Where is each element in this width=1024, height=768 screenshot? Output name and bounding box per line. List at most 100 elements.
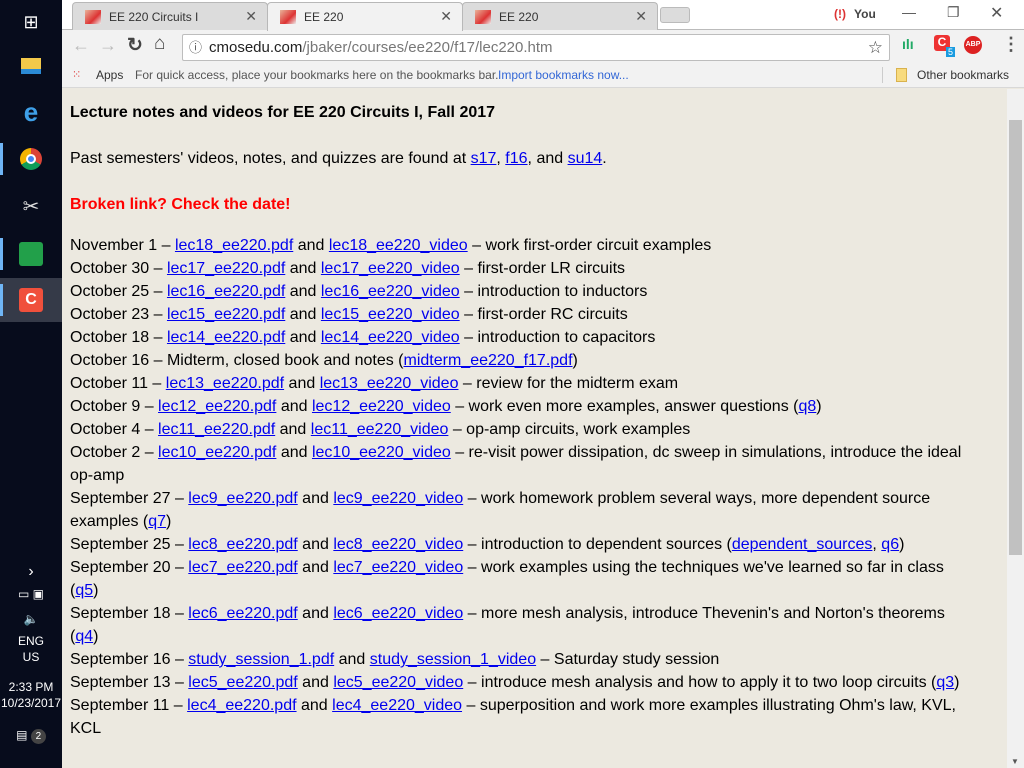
document-link[interactable]: lec12_ee220_video	[312, 398, 451, 415]
other-bookmarks[interactable]: Other bookmarks	[917, 62, 1009, 88]
show-hidden-icons-chevron[interactable]: ›	[0, 563, 62, 581]
document-link[interactable]: lec13_ee220.pdf	[166, 375, 284, 392]
chrome-menu-button[interactable]: ⋮	[1002, 34, 1020, 55]
forward-button[interactable]: →	[99, 35, 117, 56]
clock[interactable]: 2:33 PM 10/23/2017	[0, 679, 62, 711]
document-link[interactable]: dependent_sources	[732, 536, 873, 553]
windows-taskbar: ⊞ e ✂ C › ▭ ▣ 🔈 ENG US 2:33 PM 10/23/2017 …	[0, 0, 62, 768]
tab-ee220-circuits[interactable]: EE 220 Circuits I ✕	[72, 2, 268, 30]
document-link[interactable]: lec11_ee220.pdf	[158, 421, 275, 438]
document-link[interactable]: lec16_ee220_video	[321, 283, 460, 300]
app-button[interactable]	[0, 232, 62, 276]
minimize-button[interactable]: —	[902, 4, 916, 20]
entry-text: October 23 –	[70, 306, 167, 323]
document-link[interactable]: lec17_ee220_video	[321, 260, 460, 277]
entry-text: and	[297, 536, 334, 553]
document-link[interactable]: lec6_ee220_video	[333, 605, 463, 622]
restore-button[interactable]: ❐	[947, 4, 960, 21]
document-link[interactable]: lec4_ee220.pdf	[187, 697, 296, 714]
document-link[interactable]: q4	[75, 628, 93, 645]
document-link[interactable]: q3	[936, 674, 954, 691]
chrome-button[interactable]	[0, 137, 62, 181]
document-link[interactable]: lec18_ee220.pdf	[175, 237, 293, 254]
power-network-icons[interactable]: ▭ ▣	[0, 587, 62, 601]
lecture-entry: September 27 – lec9_ee220.pdf and lec9_e…	[70, 487, 970, 533]
document-link[interactable]: lec4_ee220_video	[332, 697, 462, 714]
document-link[interactable]: lec11_ee220_video	[311, 421, 449, 438]
tab-ee220-active[interactable]: EE 220 ✕	[267, 2, 463, 31]
document-link[interactable]: lec16_ee220.pdf	[167, 283, 285, 300]
internet-explorer-button[interactable]: e	[0, 90, 62, 134]
document-link[interactable]: lec5_ee220_video	[333, 674, 463, 691]
document-link[interactable]: lec18_ee220_video	[329, 237, 468, 254]
file-explorer-button[interactable]	[0, 44, 62, 88]
document-link[interactable]: lec15_ee220.pdf	[167, 306, 285, 323]
snipping-tool-button[interactable]: ✂	[0, 184, 62, 228]
entry-text: October 2 –	[70, 444, 159, 461]
document-link[interactable]: study_session_1.pdf	[188, 651, 334, 668]
back-button[interactable]: ←	[72, 35, 90, 56]
document-link[interactable]: lec5_ee220.pdf	[188, 674, 297, 691]
tab-title: EE 220 Circuits I	[109, 9, 199, 24]
address-bar[interactable]: ⓘ cmosedu.com/jbaker/courses/ee220/f17/le…	[182, 34, 890, 61]
home-button[interactable]: ⌂	[154, 33, 165, 55]
favicon	[280, 10, 296, 24]
close-tab-icon[interactable]: ✕	[635, 8, 647, 25]
document-link[interactable]: lec10_ee220.pdf	[158, 444, 276, 461]
info-icon[interactable]: ⓘ	[189, 35, 202, 60]
region-label: US	[22, 650, 40, 664]
document-link[interactable]: q5	[75, 582, 93, 599]
document-link[interactable]: lec17_ee220.pdf	[167, 260, 285, 277]
past-semesters-line: Past semesters' videos, notes, and quizz…	[70, 147, 999, 170]
close-tab-icon[interactable]: ✕	[245, 8, 257, 25]
document-link[interactable]: q6	[881, 536, 899, 553]
extension-chart-icon[interactable]: ılı	[902, 36, 914, 52]
close-tab-icon[interactable]: ✕	[440, 8, 452, 25]
document-link[interactable]: lec6_ee220.pdf	[188, 605, 297, 622]
entry-text: September 27 –	[70, 490, 189, 507]
document-link[interactable]: lec15_ee220_video	[321, 306, 460, 323]
entry-text: September 25 –	[70, 536, 189, 553]
vertical-scrollbar[interactable]: ▼	[1007, 89, 1024, 768]
document-link[interactable]: midterm_ee220_f17.pdf	[404, 352, 573, 369]
document-link[interactable]: lec12_ee220.pdf	[158, 398, 276, 415]
adblock-plus-icon[interactable]: ABP	[964, 36, 982, 54]
language-indicator[interactable]: ENG US	[0, 633, 62, 665]
entry-text: and	[297, 674, 334, 691]
new-tab-button[interactable]	[660, 7, 690, 23]
volume-icon[interactable]: 🔈	[0, 612, 62, 626]
tab-ee220[interactable]: EE 220 ✕	[462, 2, 658, 30]
document-link[interactable]: lec10_ee220_video	[312, 444, 451, 461]
document-link[interactable]: lec9_ee220.pdf	[188, 490, 297, 507]
document-link[interactable]: study_session_1_video	[370, 651, 536, 668]
import-bookmarks-link[interactable]: Import bookmarks now...	[498, 62, 629, 88]
document-link[interactable]: lec9_ee220_video	[333, 490, 463, 507]
document-link[interactable]: lec7_ee220.pdf	[188, 559, 297, 576]
broken-link-notice: Broken link? Check the date!	[70, 196, 291, 213]
entry-text: and	[296, 697, 333, 714]
start-button[interactable]: ⊞	[0, 0, 62, 44]
document-link[interactable]: q8	[798, 398, 816, 415]
document-link[interactable]: lec13_ee220_video	[320, 375, 459, 392]
document-link[interactable]: f16	[505, 150, 527, 167]
document-link[interactable]: s17	[471, 150, 497, 167]
profile-button[interactable]: You	[854, 7, 876, 21]
document-link[interactable]: lec14_ee220.pdf	[167, 329, 285, 346]
document-link[interactable]: lec8_ee220_video	[333, 536, 463, 553]
bookmark-star-icon[interactable]: ☆	[868, 35, 883, 60]
action-center-button[interactable]: ▤ 2	[0, 728, 62, 744]
document-link[interactable]: lec7_ee220_video	[333, 559, 463, 576]
reload-button[interactable]: ↻	[127, 34, 143, 57]
close-window-button[interactable]: ✕	[990, 3, 1003, 23]
apps-shortcut[interactable]: Apps	[96, 62, 123, 88]
camtasia-button[interactable]: C	[0, 278, 62, 322]
document-link[interactable]: su14	[568, 150, 603, 167]
document-link[interactable]: q7	[148, 513, 166, 530]
folder-icon	[21, 58, 41, 74]
document-link[interactable]: lec14_ee220_video	[321, 329, 460, 346]
scroll-down-arrow[interactable]: ▼	[1011, 757, 1019, 766]
document-link[interactable]: lec8_ee220.pdf	[188, 536, 297, 553]
scrollbar-thumb[interactable]	[1009, 120, 1022, 555]
tab-title: EE 220	[499, 9, 539, 24]
entry-text: October 9 –	[70, 398, 159, 415]
